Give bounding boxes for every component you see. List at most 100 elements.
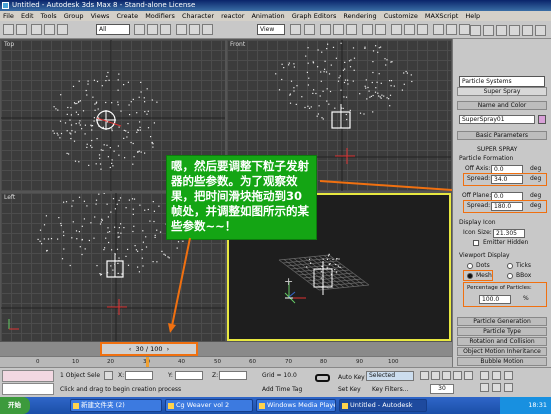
- taskbar-item-cg-weaver[interactable]: Cg Weaver vol 2: [165, 399, 253, 412]
- particle-dot: [371, 81, 373, 84]
- menu-create[interactable]: Create: [117, 12, 139, 20]
- menu-help[interactable]: Help: [465, 12, 480, 20]
- next-frame-icon[interactable]: [453, 371, 462, 380]
- rollout-particle-type[interactable]: Particle Type: [457, 327, 547, 336]
- unlink-icon[interactable]: [44, 24, 55, 35]
- object-name-field[interactable]: SuperSpray01: [459, 115, 535, 124]
- basic-parameters-rollout[interactable]: Basic Parameters: [457, 131, 547, 140]
- super-spray-button[interactable]: Super Spray: [457, 87, 547, 96]
- move-icon[interactable]: [176, 24, 187, 35]
- y-coord-field[interactable]: [175, 371, 203, 380]
- rollout-rotation-collision[interactable]: Rotation and Collision: [457, 337, 547, 346]
- menu-customize[interactable]: Customize: [384, 12, 418, 20]
- timeline-ruler[interactable]: 0 10 20 30 40 50 60 70 80 90 100: [0, 356, 452, 367]
- bind-space-warp-icon[interactable]: [57, 24, 68, 35]
- hierarchy-panel-icon[interactable]: [496, 25, 507, 36]
- taskbar-item-media-player[interactable]: Windows Media Player: [256, 399, 336, 412]
- maximize-viewport-icon[interactable]: [504, 383, 513, 392]
- rollout-particle-generation[interactable]: Particle Generation: [457, 317, 547, 326]
- time-slider-next-icon[interactable]: ›: [163, 345, 170, 353]
- previous-frame-icon[interactable]: [431, 371, 440, 380]
- menu-graph-editors[interactable]: Graph Editors: [292, 12, 337, 20]
- go-to-end-icon[interactable]: [464, 371, 473, 380]
- add-time-tag[interactable]: Add Time Tag: [262, 386, 302, 393]
- utilities-panel-icon[interactable]: [535, 25, 546, 36]
- key-icon[interactable]: [315, 374, 330, 382]
- go-to-start-icon[interactable]: [420, 371, 429, 380]
- material-editor-icon[interactable]: [433, 24, 444, 35]
- zoom-icon[interactable]: [480, 371, 489, 380]
- menu-animation[interactable]: Animation: [251, 12, 284, 20]
- rotate-icon[interactable]: [189, 24, 200, 35]
- zoom-extents-icon[interactable]: [504, 371, 513, 380]
- x-coord-field[interactable]: [125, 371, 153, 380]
- create-panel-icon[interactable]: [470, 25, 481, 36]
- schematic-view-icon[interactable]: [417, 24, 428, 35]
- mirror-icon[interactable]: [362, 24, 373, 35]
- taskbar-item-folder-label: 新建文件夹 (2): [81, 401, 125, 409]
- menu-character[interactable]: Character: [182, 12, 214, 20]
- menu-group[interactable]: Group: [64, 12, 84, 20]
- lock-selection-icon[interactable]: [104, 371, 113, 380]
- time-slider-prev-icon[interactable]: ‹: [129, 345, 136, 353]
- object-color-swatch[interactable]: [538, 115, 546, 124]
- motion-panel-icon[interactable]: [509, 25, 520, 36]
- dots-radio[interactable]: [467, 263, 473, 269]
- icon-size-field[interactable]: 21.305: [493, 229, 525, 238]
- select-by-name-icon[interactable]: [147, 24, 158, 35]
- rollout-bubble-motion[interactable]: Bubble Motion: [457, 357, 547, 366]
- key-mode-dropdown[interactable]: Selected: [366, 371, 414, 381]
- link-icon[interactable]: [31, 24, 42, 35]
- orbit-icon[interactable]: [492, 383, 501, 392]
- angle-snap-icon[interactable]: [333, 24, 344, 35]
- menu-edit[interactable]: Edit: [21, 12, 34, 20]
- percent-snap-icon[interactable]: [346, 24, 357, 35]
- modify-panel-icon[interactable]: [483, 25, 494, 36]
- display-panel-icon[interactable]: [522, 25, 533, 36]
- start-button[interactable]: 开始: [0, 397, 30, 414]
- menu-file[interactable]: File: [3, 12, 14, 20]
- play-icon[interactable]: [442, 371, 451, 380]
- key-filters-button[interactable]: Key Filters...: [372, 386, 409, 393]
- current-frame-field[interactable]: 30: [430, 384, 454, 394]
- particle-dot: [137, 266, 139, 268]
- redo-icon[interactable]: [16, 24, 27, 35]
- reference-coord-dropdown[interactable]: View: [257, 24, 285, 35]
- taskbar-item-3dsmax[interactable]: Untitled - Autodesk: [339, 399, 427, 412]
- maxscript-listener[interactable]: [2, 370, 54, 382]
- selection-filter-dropdown[interactable]: All: [96, 24, 130, 35]
- rollout-object-motion-inheritance[interactable]: Object Motion Inheritance: [457, 347, 547, 356]
- quick-render-icon[interactable]: [459, 24, 470, 35]
- select-object-icon[interactable]: [134, 24, 145, 35]
- ticks-radio[interactable]: [507, 263, 513, 269]
- emitter-hidden-checkbox[interactable]: [473, 240, 479, 246]
- menu-rendering[interactable]: Rendering: [343, 12, 376, 20]
- z-coord-field[interactable]: [219, 371, 247, 380]
- time-slider[interactable]: ‹ 30 / 100 ›: [100, 342, 198, 356]
- menu-modifiers[interactable]: Modifiers: [145, 12, 175, 20]
- pivot-icon[interactable]: [290, 24, 301, 35]
- layer-manager-icon[interactable]: [391, 24, 402, 35]
- set-key-button[interactable]: Set Key: [338, 386, 361, 393]
- pan-icon[interactable]: [480, 383, 489, 392]
- auto-key-button[interactable]: Auto Key: [338, 374, 365, 381]
- curve-editor-icon[interactable]: [404, 24, 415, 35]
- menu-tools[interactable]: Tools: [41, 12, 57, 20]
- time-slider-track[interactable]: [0, 342, 452, 356]
- taskbar-item-folder[interactable]: 新建文件夹 (2): [70, 399, 162, 412]
- scale-icon[interactable]: [202, 24, 213, 35]
- menu-views[interactable]: Views: [91, 12, 110, 20]
- snap-icon[interactable]: [320, 24, 331, 35]
- undo-icon[interactable]: [3, 24, 14, 35]
- menu-maxscript[interactable]: MAXScript: [425, 12, 458, 20]
- menu-reactor[interactable]: reactor: [221, 12, 244, 20]
- category-dropdown[interactable]: Particle Systems: [459, 76, 545, 87]
- bbox-radio[interactable]: [507, 273, 513, 279]
- region-select-icon[interactable]: [160, 24, 171, 35]
- render-setup-icon[interactable]: [446, 24, 457, 35]
- maxscript-mini-listener[interactable]: [2, 383, 54, 395]
- name-color-rollout[interactable]: Name and Color: [457, 101, 547, 110]
- zoom-all-icon[interactable]: [492, 371, 501, 380]
- align-icon[interactable]: [375, 24, 386, 35]
- select-manipulate-icon[interactable]: [304, 24, 315, 35]
